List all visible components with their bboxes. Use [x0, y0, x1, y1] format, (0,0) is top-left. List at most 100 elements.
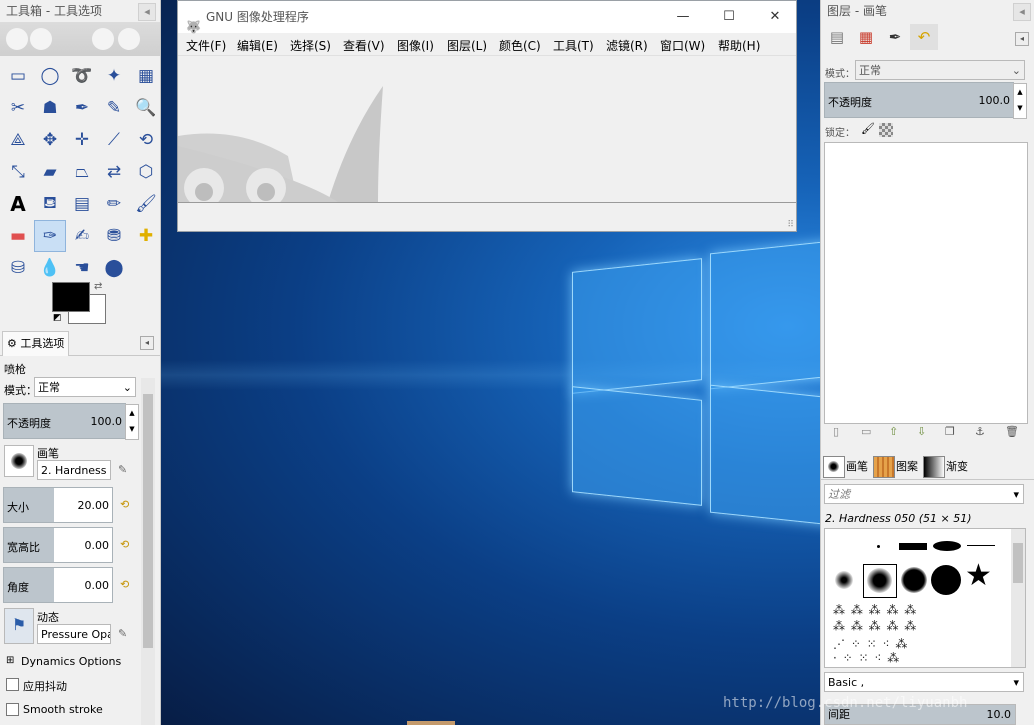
rotate-icon[interactable]: ⟲	[130, 124, 160, 156]
move-icon[interactable]: ✥	[34, 124, 66, 156]
smudge-icon[interactable]: ☚	[66, 252, 98, 284]
tab-undo-icon[interactable]: ↶	[910, 24, 938, 50]
tab-brushes[interactable]: 画笔	[846, 455, 868, 479]
ellipse-select-icon[interactable]: ◯	[34, 60, 66, 92]
close-button[interactable]: ✕	[752, 1, 798, 33]
raise-layer-icon[interactable]: ⇧	[889, 425, 898, 438]
lower-layer-icon[interactable]: ⇩	[917, 425, 926, 438]
tab-gradients[interactable]: 渐变	[946, 455, 968, 479]
brush-grid[interactable]: ★ ⁂ ⁂ ⁂ ⁂ ⁂ ⁂ ⁂ ⁂ ⁂ ⁂ ⋰ ⁘ ⁙ ⁖ ⁂ · ⁘ ⁙ ⁖ …	[824, 528, 1026, 668]
opacity-slider[interactable]: 不透明度 100.0 ▲ ▼	[3, 403, 139, 440]
rect-select-icon[interactable]: ▭	[2, 60, 34, 92]
menu-item-8[interactable]: 滤镜(R)	[606, 37, 648, 54]
menu-item-2[interactable]: 选择(S)	[290, 37, 331, 54]
layers-opacity-slider[interactable]: 不透明度 100.0 ▲ ▼	[824, 82, 1027, 119]
gradient-tab-icon[interactable]	[923, 456, 945, 478]
edit-dynamics-icon[interactable]: ✎	[118, 627, 127, 640]
tab-channels-icon[interactable]: ▦	[852, 24, 880, 50]
measure-icon[interactable]: ⟁	[2, 124, 34, 156]
resize-grip-icon[interactable]: ⠿	[787, 220, 794, 230]
tab-patterns[interactable]: 图案	[896, 455, 918, 479]
new-layer-icon[interactable]: ▯	[833, 425, 839, 438]
jitter-checkbox[interactable]	[6, 678, 19, 691]
clone-icon[interactable]: ⛃	[98, 220, 130, 252]
menu-item-1[interactable]: 编辑(E)	[237, 37, 278, 54]
eraser-icon[interactable]: ▬	[2, 220, 34, 252]
cage-icon[interactable]: ⬡	[130, 156, 160, 188]
blend-icon[interactable]: ▤	[66, 188, 98, 220]
brush-filter-input[interactable]: 过滤 ▾	[824, 484, 1024, 504]
tool-options-scrollbar[interactable]	[141, 378, 155, 725]
layer-list[interactable]	[824, 142, 1028, 424]
flip-icon[interactable]: ⇄	[98, 156, 130, 188]
brush-name-field[interactable]: 2. Hardness 05	[37, 460, 111, 480]
dynamics-field[interactable]: Pressure Opac	[37, 624, 111, 644]
color-select-icon[interactable]: ▦	[130, 60, 160, 92]
menu-item-3[interactable]: 查看(V)	[343, 37, 385, 54]
dynamics-icon[interactable]: ⚑	[4, 608, 34, 644]
paths-icon[interactable]: ✒	[66, 92, 98, 124]
airbrush-icon[interactable]: ✑	[34, 220, 66, 252]
tab-layers-icon[interactable]: ▤	[823, 24, 851, 50]
bucket-fill-icon[interactable]: ⛾	[34, 188, 66, 220]
foreground-color-swatch[interactable]	[52, 282, 90, 312]
aspect-slider[interactable]: 宽高比 0.00	[3, 527, 113, 563]
mode-select[interactable]: 正常 ⌄	[34, 377, 136, 397]
size-slider[interactable]: 大小 20.00	[3, 487, 113, 523]
fuzzy-select-icon[interactable]: ✦	[98, 60, 130, 92]
lasso-icon[interactable]: ➰	[66, 60, 98, 92]
layers-mode-select[interactable]: 正常 ⌄	[855, 60, 1025, 80]
default-colors-icon[interactable]: ◩	[53, 313, 62, 323]
minimize-button[interactable]: —	[660, 1, 706, 33]
lock-alpha-icon[interactable]	[879, 123, 893, 137]
tab-menu-button[interactable]: ◂	[140, 336, 154, 350]
reset-angle-icon[interactable]: ⟲	[120, 578, 129, 591]
text-icon[interactable]: A	[2, 188, 34, 220]
shear-icon[interactable]: ▰	[34, 156, 66, 188]
maximize-button[interactable]: ☐	[706, 1, 752, 33]
menu-item-4[interactable]: 图像(I)	[397, 37, 434, 54]
perspective-icon[interactable]: ⏢	[66, 156, 98, 188]
new-layer-group-icon[interactable]: ▭	[861, 425, 871, 438]
pattern-tab-icon[interactable]	[873, 456, 895, 478]
brush-grid-scrollbar[interactable]	[1011, 529, 1025, 667]
reset-size-icon[interactable]: ⟲	[120, 498, 129, 511]
expand-icon[interactable]: ⊞	[6, 655, 14, 666]
pencil-icon[interactable]: ✏	[98, 188, 130, 220]
edit-brush-icon[interactable]: ✎	[118, 463, 127, 476]
menu-item-7[interactable]: 工具(T)	[553, 37, 594, 54]
menu-item-5[interactable]: 图层(L)	[447, 37, 487, 54]
angle-slider[interactable]: 角度 0.00	[3, 567, 113, 603]
swap-colors-icon[interactable]: ⇄	[94, 281, 102, 292]
delete-layer-icon[interactable]: 🗑	[1005, 425, 1019, 438]
reset-aspect-icon[interactable]: ⟲	[120, 538, 129, 551]
crop-icon[interactable]: ⟋	[98, 124, 130, 156]
heal-icon[interactable]: ✚	[130, 220, 160, 252]
layers-opacity-spinner[interactable]: ▲ ▼	[1013, 83, 1027, 119]
dodge-burn-icon[interactable]: ⬤	[98, 252, 130, 284]
brush-preset-select[interactable]: Basic , ▾	[824, 672, 1024, 692]
menu-item-0[interactable]: 文件(F)	[186, 37, 226, 54]
tab-tool-options[interactable]: ⚙ 工具选项	[2, 331, 70, 356]
anchor-layer-icon[interactable]: ⚓	[975, 425, 985, 438]
zoom-icon[interactable]: 🔍	[130, 92, 160, 124]
ink-icon[interactable]: ✍	[66, 220, 98, 252]
opacity-spinner[interactable]: ▲ ▼	[125, 404, 139, 440]
taskbar-item[interactable]	[407, 721, 455, 725]
menu-item-9[interactable]: 窗口(W)	[660, 37, 705, 54]
lock-pixels-icon[interactable]: 🖌	[861, 122, 875, 135]
empty-canvas[interactable]	[178, 56, 796, 202]
color-picker-icon[interactable]: ✎	[98, 92, 130, 124]
brush-tab-icon[interactable]	[823, 456, 845, 478]
layers-close-button[interactable]: ◂	[1013, 3, 1031, 21]
align-icon[interactable]: ✛	[66, 124, 98, 156]
smooth-stroke-checkbox[interactable]	[6, 703, 19, 716]
foreground-select-icon[interactable]: ☗	[34, 92, 66, 124]
perspective-clone-icon[interactable]: ⛁	[2, 252, 34, 284]
brush-preview[interactable]	[4, 445, 34, 477]
dynamics-options-expander[interactable]: Dynamics Options	[21, 655, 121, 668]
scale-icon[interactable]: ⤡	[2, 156, 34, 188]
duplicate-layer-icon[interactable]: ❐	[945, 425, 955, 438]
menu-item-6[interactable]: 颜色(C)	[499, 37, 541, 54]
toolbox-close-button[interactable]: ◂	[138, 3, 156, 21]
